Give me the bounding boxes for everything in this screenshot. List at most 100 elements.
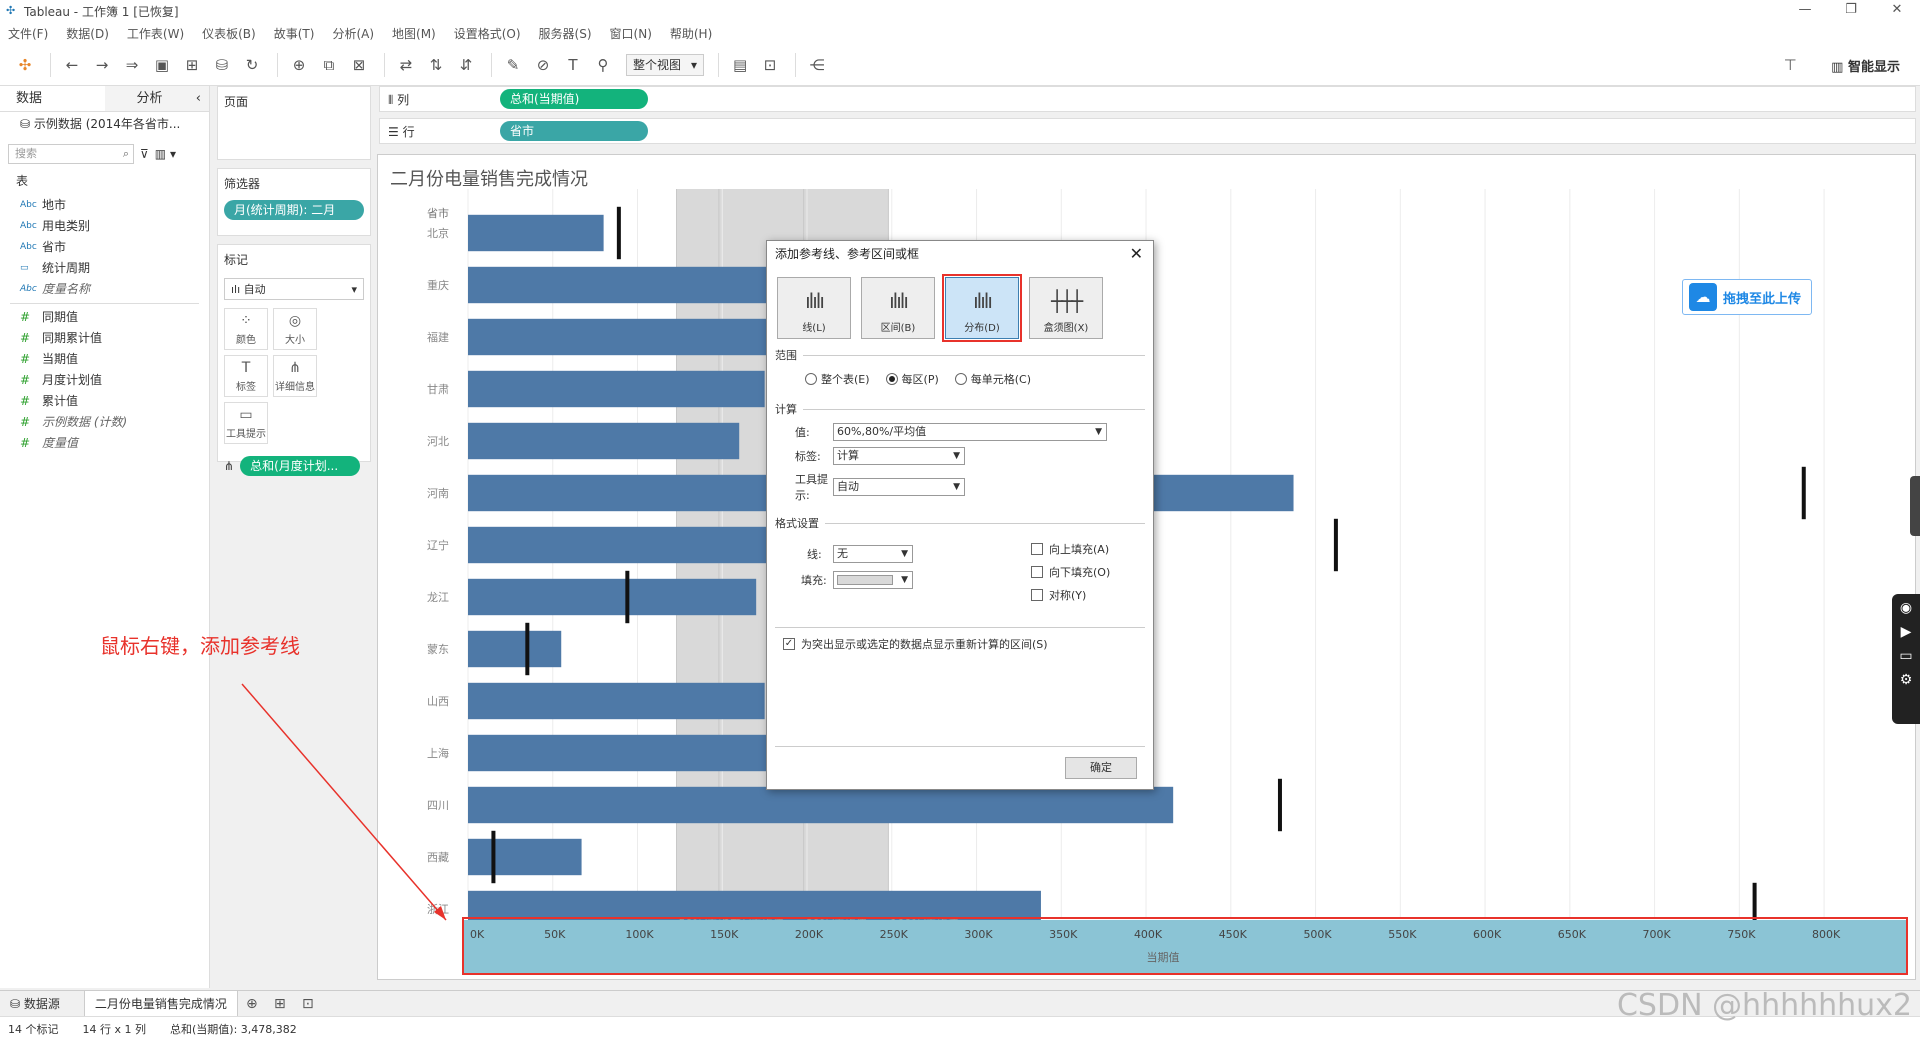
minimize-button[interactable]: — <box>1782 0 1828 22</box>
color-mark-button[interactable]: ⁘ 颜色 <box>224 308 268 350</box>
close-icon[interactable]: ✕ <box>1130 241 1143 267</box>
gear-icon[interactable]: ⚙ <box>1900 672 1913 688</box>
sort-ascending-icon[interactable]: ⇅ <box>423 52 449 78</box>
band-type-option[interactable]: ılılı 区间(B) <box>861 277 935 339</box>
pages-card[interactable]: 页面 <box>217 86 371 160</box>
fill-down-checkbox[interactable]: 向下填充(O) <box>1031 564 1110 580</box>
pause-update-icon[interactable]: ⛁ <box>209 52 235 78</box>
scope-radio[interactable]: 每区(P) <box>885 371 939 387</box>
tooltip-select[interactable]: 自动 ▼ <box>833 478 965 496</box>
mark-type-select[interactable]: ılı 自动 ▾ <box>224 278 364 300</box>
smart-show-button[interactable]: ▥ 智能显示 <box>1831 56 1900 75</box>
view-size-select[interactable]: 整个视图 ▾ <box>626 53 705 76</box>
restore-button[interactable]: ❐ <box>1828 0 1874 22</box>
filter-icon[interactable]: ⊽ <box>140 147 149 161</box>
size-mark-button[interactable]: ◎ 大小 <box>273 308 317 350</box>
dimension-field[interactable]: Abc 用电类别 <box>0 216 209 237</box>
replay-icon[interactable]: ⇒ <box>119 52 145 78</box>
menu-help[interactable]: 帮助(H) <box>670 25 712 42</box>
scope-radio[interactable]: 整个表(E) <box>805 371 870 387</box>
distribution-type-option[interactable]: ılılı 分布(D) <box>942 274 1022 342</box>
menu-worksheet[interactable]: 工作表(W) <box>127 25 184 42</box>
datasource-tab[interactable]: ⛁ 数据源 <box>0 991 70 1017</box>
close-window-button[interactable]: ✕ <box>1874 0 1920 22</box>
menu-map[interactable]: 地图(M) <box>392 25 436 42</box>
line-select[interactable]: 无 ▼ <box>833 545 913 563</box>
share-icon[interactable]: ⋲ <box>804 52 830 78</box>
scope-radio[interactable]: 每单元格(C) <box>954 371 1031 387</box>
group-icon[interactable]: ⊘ <box>530 52 556 78</box>
measure-field[interactable]: # 同期累计值 <box>0 328 209 349</box>
menu-data[interactable]: 数据(D) <box>66 25 109 42</box>
columns-icon: ⦀ <box>388 92 398 107</box>
line-type-option[interactable]: ılılı 线(L) <box>777 277 851 339</box>
menu-window[interactable]: 窗口(N) <box>610 25 652 42</box>
measure-field[interactable]: # 当期值 <box>0 349 209 370</box>
new-dashboard-icon[interactable]: ⊞ <box>266 996 294 1012</box>
field-label: 月度计划值 <box>42 373 103 387</box>
fill-up-checkbox[interactable]: 向上填充(A) <box>1031 541 1109 557</box>
value-select[interactable]: 60%,80%/平均值 ▼ <box>833 423 1107 441</box>
tab-data[interactable]: 数据 <box>0 86 105 111</box>
columns-pill[interactable]: 总和(当期值) <box>500 89 648 109</box>
save-icon[interactable]: ▣ <box>149 52 175 78</box>
video-icon[interactable]: ▶ <box>1901 624 1912 640</box>
boxplot-type-option[interactable]: ┼┼┼ 盒须图(X) <box>1029 277 1103 339</box>
menu-dashboard[interactable]: 仪表板(B) <box>202 25 256 42</box>
show-cards-icon[interactable]: ▤ <box>727 52 753 78</box>
label-mark-button[interactable]: T 标签 <box>224 355 268 397</box>
menu-file[interactable]: 文件(F) <box>8 25 48 42</box>
pin-icon[interactable]: ⊤ <box>1777 52 1803 78</box>
measure-field[interactable]: # 同期值 <box>0 307 209 328</box>
search-input[interactable]: 搜索 ⌕ <box>8 144 134 164</box>
rows-pill[interactable]: 省市 <box>500 121 648 141</box>
dimension-field[interactable]: Abc 度量名称 <box>0 279 209 300</box>
menu-format[interactable]: 设置格式(O) <box>454 25 521 42</box>
measure-field[interactable]: # 月度计划值 <box>0 370 209 391</box>
tooltip-mark-button[interactable]: ▭ 工具提示 <box>224 402 268 444</box>
collapse-icon[interactable]: ‹ <box>180 86 201 112</box>
fill-select[interactable]: ▼ <box>833 571 913 589</box>
refresh-icon[interactable]: ↻ <box>239 52 265 78</box>
menu-server[interactable]: 服务器(S) <box>539 25 592 42</box>
symmetric-checkbox[interactable]: 对称(Y) <box>1031 587 1086 603</box>
undo-icon[interactable]: ← <box>59 52 85 78</box>
dimension-field[interactable]: Abc 省市 <box>0 237 209 258</box>
highlight-icon[interactable]: ✎ <box>500 52 526 78</box>
measure-field[interactable]: # 累计值 <box>0 391 209 412</box>
sheet-tab[interactable]: 二月份电量销售完成情况 <box>83 990 238 1017</box>
filter-pill[interactable]: 月(统计周期): 二月 <box>224 200 364 220</box>
measure-field[interactable]: # 度量值 <box>0 433 209 454</box>
clear-sheet-icon[interactable]: ⊠ <box>346 52 372 78</box>
label-select[interactable]: 计算 ▼ <box>833 447 965 465</box>
camera-icon[interactable]: ◉ <box>1900 600 1912 616</box>
upload-button[interactable]: ☁ 拖拽至此上传 <box>1682 279 1812 315</box>
fix-axes-icon[interactable]: ⚲ <box>590 52 616 78</box>
measure-field[interactable]: # 示例数据 (计数) <box>0 412 209 433</box>
menu-story[interactable]: 故事(T) <box>274 25 315 42</box>
category-label: 河南 <box>427 487 449 500</box>
tab-analysis[interactable]: 分析 ‹ <box>104 86 209 112</box>
window-icon[interactable]: ▭ <box>1899 648 1912 664</box>
swap-icon[interactable]: ⇄ <box>393 52 419 78</box>
new-datasource-icon[interactable]: ⊞ <box>179 52 205 78</box>
dimension-field[interactable]: Abc 地市 <box>0 195 209 216</box>
sort-descending-icon[interactable]: ⇵ <box>453 52 479 78</box>
menu-analysis[interactable]: 分析(A) <box>332 25 374 42</box>
show-labels-icon[interactable]: T <box>560 52 586 78</box>
datasource-item[interactable]: ⛁ 示例数据 (2014年各省市... <box>0 112 209 136</box>
side-handle[interactable] <box>1910 476 1920 536</box>
redo-icon[interactable]: → <box>89 52 115 78</box>
ok-button[interactable]: 确定 <box>1065 757 1137 779</box>
duplicate-sheet-icon[interactable]: ⧉ <box>316 52 342 78</box>
view-options-icon[interactable]: ▥ ▾ <box>155 147 176 161</box>
new-worksheet-icon[interactable]: ⊕ <box>238 996 266 1012</box>
detail-pill[interactable]: 总和(月度计划... <box>240 456 361 476</box>
new-story-icon[interactable]: ⊡ <box>294 996 322 1012</box>
recalc-checkbox[interactable]: ✓ 为突出显示或选定的数据点显示重新计算的区间(S) <box>783 636 1153 652</box>
detail-mark-button[interactable]: ⋔ 详细信息 <box>273 355 317 397</box>
tableau-home-icon[interactable]: ✣ <box>12 52 38 78</box>
new-sheet-icon[interactable]: ⊕ <box>286 52 312 78</box>
dimension-field[interactable]: ▭ 统计周期 <box>0 258 209 279</box>
presentation-mode-icon[interactable]: ⊡ <box>757 52 783 78</box>
